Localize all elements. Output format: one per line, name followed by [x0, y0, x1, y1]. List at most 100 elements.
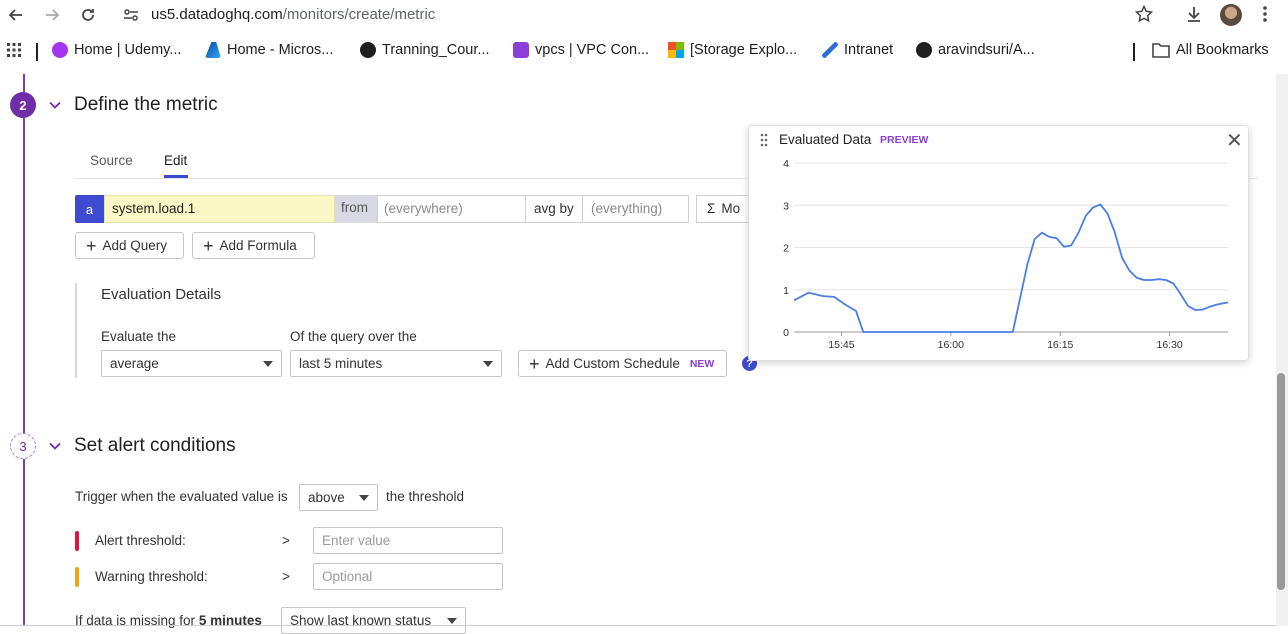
evaluate-aggregation-value: average: [110, 356, 159, 371]
plus-icon: +: [203, 235, 214, 256]
warning-threshold-input[interactable]: Optional: [313, 563, 503, 590]
query-letter: a: [75, 195, 104, 223]
apps-grid-icon[interactable]: [6, 42, 22, 58]
site-settings-icon[interactable]: [122, 6, 140, 24]
add-query-label: Add Query: [102, 238, 168, 253]
x-tick-label: 16:00: [938, 339, 964, 351]
bookmark-github-aravindsuri[interactable]: aravindsuri/A...: [916, 42, 1035, 58]
github-icon: [916, 42, 932, 58]
all-bookmarks[interactable]: All Bookmarks: [1152, 42, 1269, 58]
forward-icon[interactable]: [42, 5, 62, 25]
add-query-button[interactable]: + Add Query: [75, 232, 184, 259]
preview-title: Evaluated Data: [779, 132, 872, 147]
y-tick-label: 4: [783, 158, 789, 170]
bookmark-star-icon[interactable]: [1134, 4, 1154, 28]
bookmark-label: vpcs | VPC Con...: [535, 42, 650, 58]
more-functions-button[interactable]: Σ Mo: [696, 195, 756, 223]
close-icon[interactable]: ✕: [1226, 131, 1243, 151]
custom-schedule-label: Add Custom Schedule: [545, 356, 680, 371]
over-label: Of the query over the: [290, 329, 417, 344]
caret-down-icon: [263, 361, 273, 367]
reload-icon[interactable]: [78, 5, 98, 25]
tab-source[interactable]: Source: [90, 153, 133, 168]
chevron-down-icon[interactable]: [48, 98, 62, 112]
page-scrollbar-thumb[interactable]: [1277, 373, 1285, 590]
url-path: /monitors/create/metric: [282, 6, 436, 23]
plus-icon: +: [529, 353, 540, 374]
bookmark-label: Intranet: [844, 42, 894, 58]
tab-edit[interactable]: Edit: [164, 153, 187, 168]
caret-down-icon: [483, 361, 493, 367]
bookmark-vpcs[interactable]: vpcs | VPC Con...: [513, 42, 649, 58]
add-formula-label: Add Formula: [219, 238, 297, 253]
evaluate-aggregation-select[interactable]: average: [101, 350, 282, 377]
github-icon: [360, 42, 376, 58]
bookmark-storage-explorer[interactable]: [Storage Explo...: [668, 42, 797, 58]
vpc-icon: [513, 42, 529, 58]
bookmark-github-training[interactable]: Tranning_Cour...: [360, 42, 489, 58]
add-custom-schedule-button[interactable]: + Add Custom Schedule NEW: [518, 350, 727, 377]
bookmark-azure[interactable]: Home - Micros...: [205, 42, 333, 58]
evaluated-data-chart: 0 1 2 3 4 15:45 16:00 16:15 16:30: [783, 158, 1229, 351]
alert-threshold-marker: [75, 531, 79, 551]
chevron-down-icon[interactable]: [48, 439, 62, 453]
metric-input[interactable]: system.load.1: [104, 195, 335, 223]
evaluate-label: Evaluate the: [101, 329, 177, 344]
from-input[interactable]: (everywhere): [377, 195, 526, 223]
bookmark-udemy[interactable]: Home | Udemy...: [52, 42, 181, 58]
trigger-prefix: Trigger when the evaluated value is: [75, 489, 288, 504]
evaluation-details-title: Evaluation Details: [101, 286, 222, 303]
bookmark-label: Home | Udemy...: [74, 42, 182, 58]
step-connector: [23, 118, 25, 433]
url-host: us5.datadoghq.com: [151, 6, 283, 23]
new-badge: NEW: [689, 357, 715, 370]
alert-threshold-input[interactable]: Enter value: [313, 527, 503, 554]
evaluation-details-border: [75, 283, 77, 378]
evaluation-window-value: last 5 minutes: [299, 356, 383, 371]
bookmark-label: Home - Micros...: [227, 42, 334, 58]
udemy-icon: [52, 42, 68, 58]
sigma-icon: Σ: [707, 201, 716, 216]
threshold-direction-select[interactable]: above: [299, 484, 378, 511]
missing-data-select[interactable]: Show last known status: [281, 607, 466, 634]
kebab-menu-icon[interactable]: [1262, 5, 1268, 28]
y-tick-label: 2: [783, 243, 789, 255]
step-connector: [23, 74, 25, 92]
series-line: [793, 203, 1229, 333]
microsoft-icon: [668, 42, 684, 58]
step-connector: [23, 459, 25, 626]
bookmark-label: Tranning_Cour...: [382, 42, 490, 58]
folder-icon: [1152, 43, 1170, 58]
back-icon[interactable]: [6, 5, 26, 25]
azure-icon: [205, 42, 221, 58]
bookmark-intranet[interactable]: Intranet: [822, 42, 893, 58]
bookmark-label: aravindsuri/A...: [938, 42, 1035, 58]
all-bookmarks-label: All Bookmarks: [1176, 42, 1269, 58]
tab-edit-underline: [164, 175, 188, 178]
drag-handle-icon[interactable]: [760, 133, 768, 147]
x-tick-label: 15:45: [828, 339, 854, 351]
warning-threshold-label: Warning threshold:: [95, 569, 208, 584]
avg-by-input[interactable]: (everything): [583, 195, 689, 223]
y-tick-label: 3: [783, 200, 789, 212]
evaluation-window-select[interactable]: last 5 minutes: [290, 350, 502, 377]
preview-badge: PREVIEW: [880, 134, 929, 146]
address-bar[interactable]: us5.datadoghq.com/monitors/create/metric: [151, 6, 435, 23]
from-label: from: [335, 195, 377, 223]
x-tick-label: 16:30: [1157, 339, 1183, 351]
bookmarks-divider: [1133, 43, 1135, 61]
step-3-badge: 3: [10, 433, 36, 459]
y-tick-label: 1: [783, 285, 789, 297]
profile-avatar[interactable]: [1220, 4, 1242, 26]
step-2-badge: 2: [10, 92, 36, 118]
page-bottom-edge: [0, 625, 1288, 626]
intranet-icon: [822, 42, 838, 58]
threshold-direction-value: above: [308, 490, 345, 505]
add-formula-button[interactable]: + Add Formula: [192, 232, 315, 259]
browser-toolbar: us5.datadoghq.com/monitors/create/metric: [0, 0, 1288, 30]
warning-threshold-operator: >: [282, 569, 290, 584]
warning-threshold-marker: [75, 567, 79, 587]
caret-down-icon: [447, 618, 457, 624]
download-icon[interactable]: [1185, 5, 1203, 28]
more-functions-label: Mo: [721, 201, 741, 216]
